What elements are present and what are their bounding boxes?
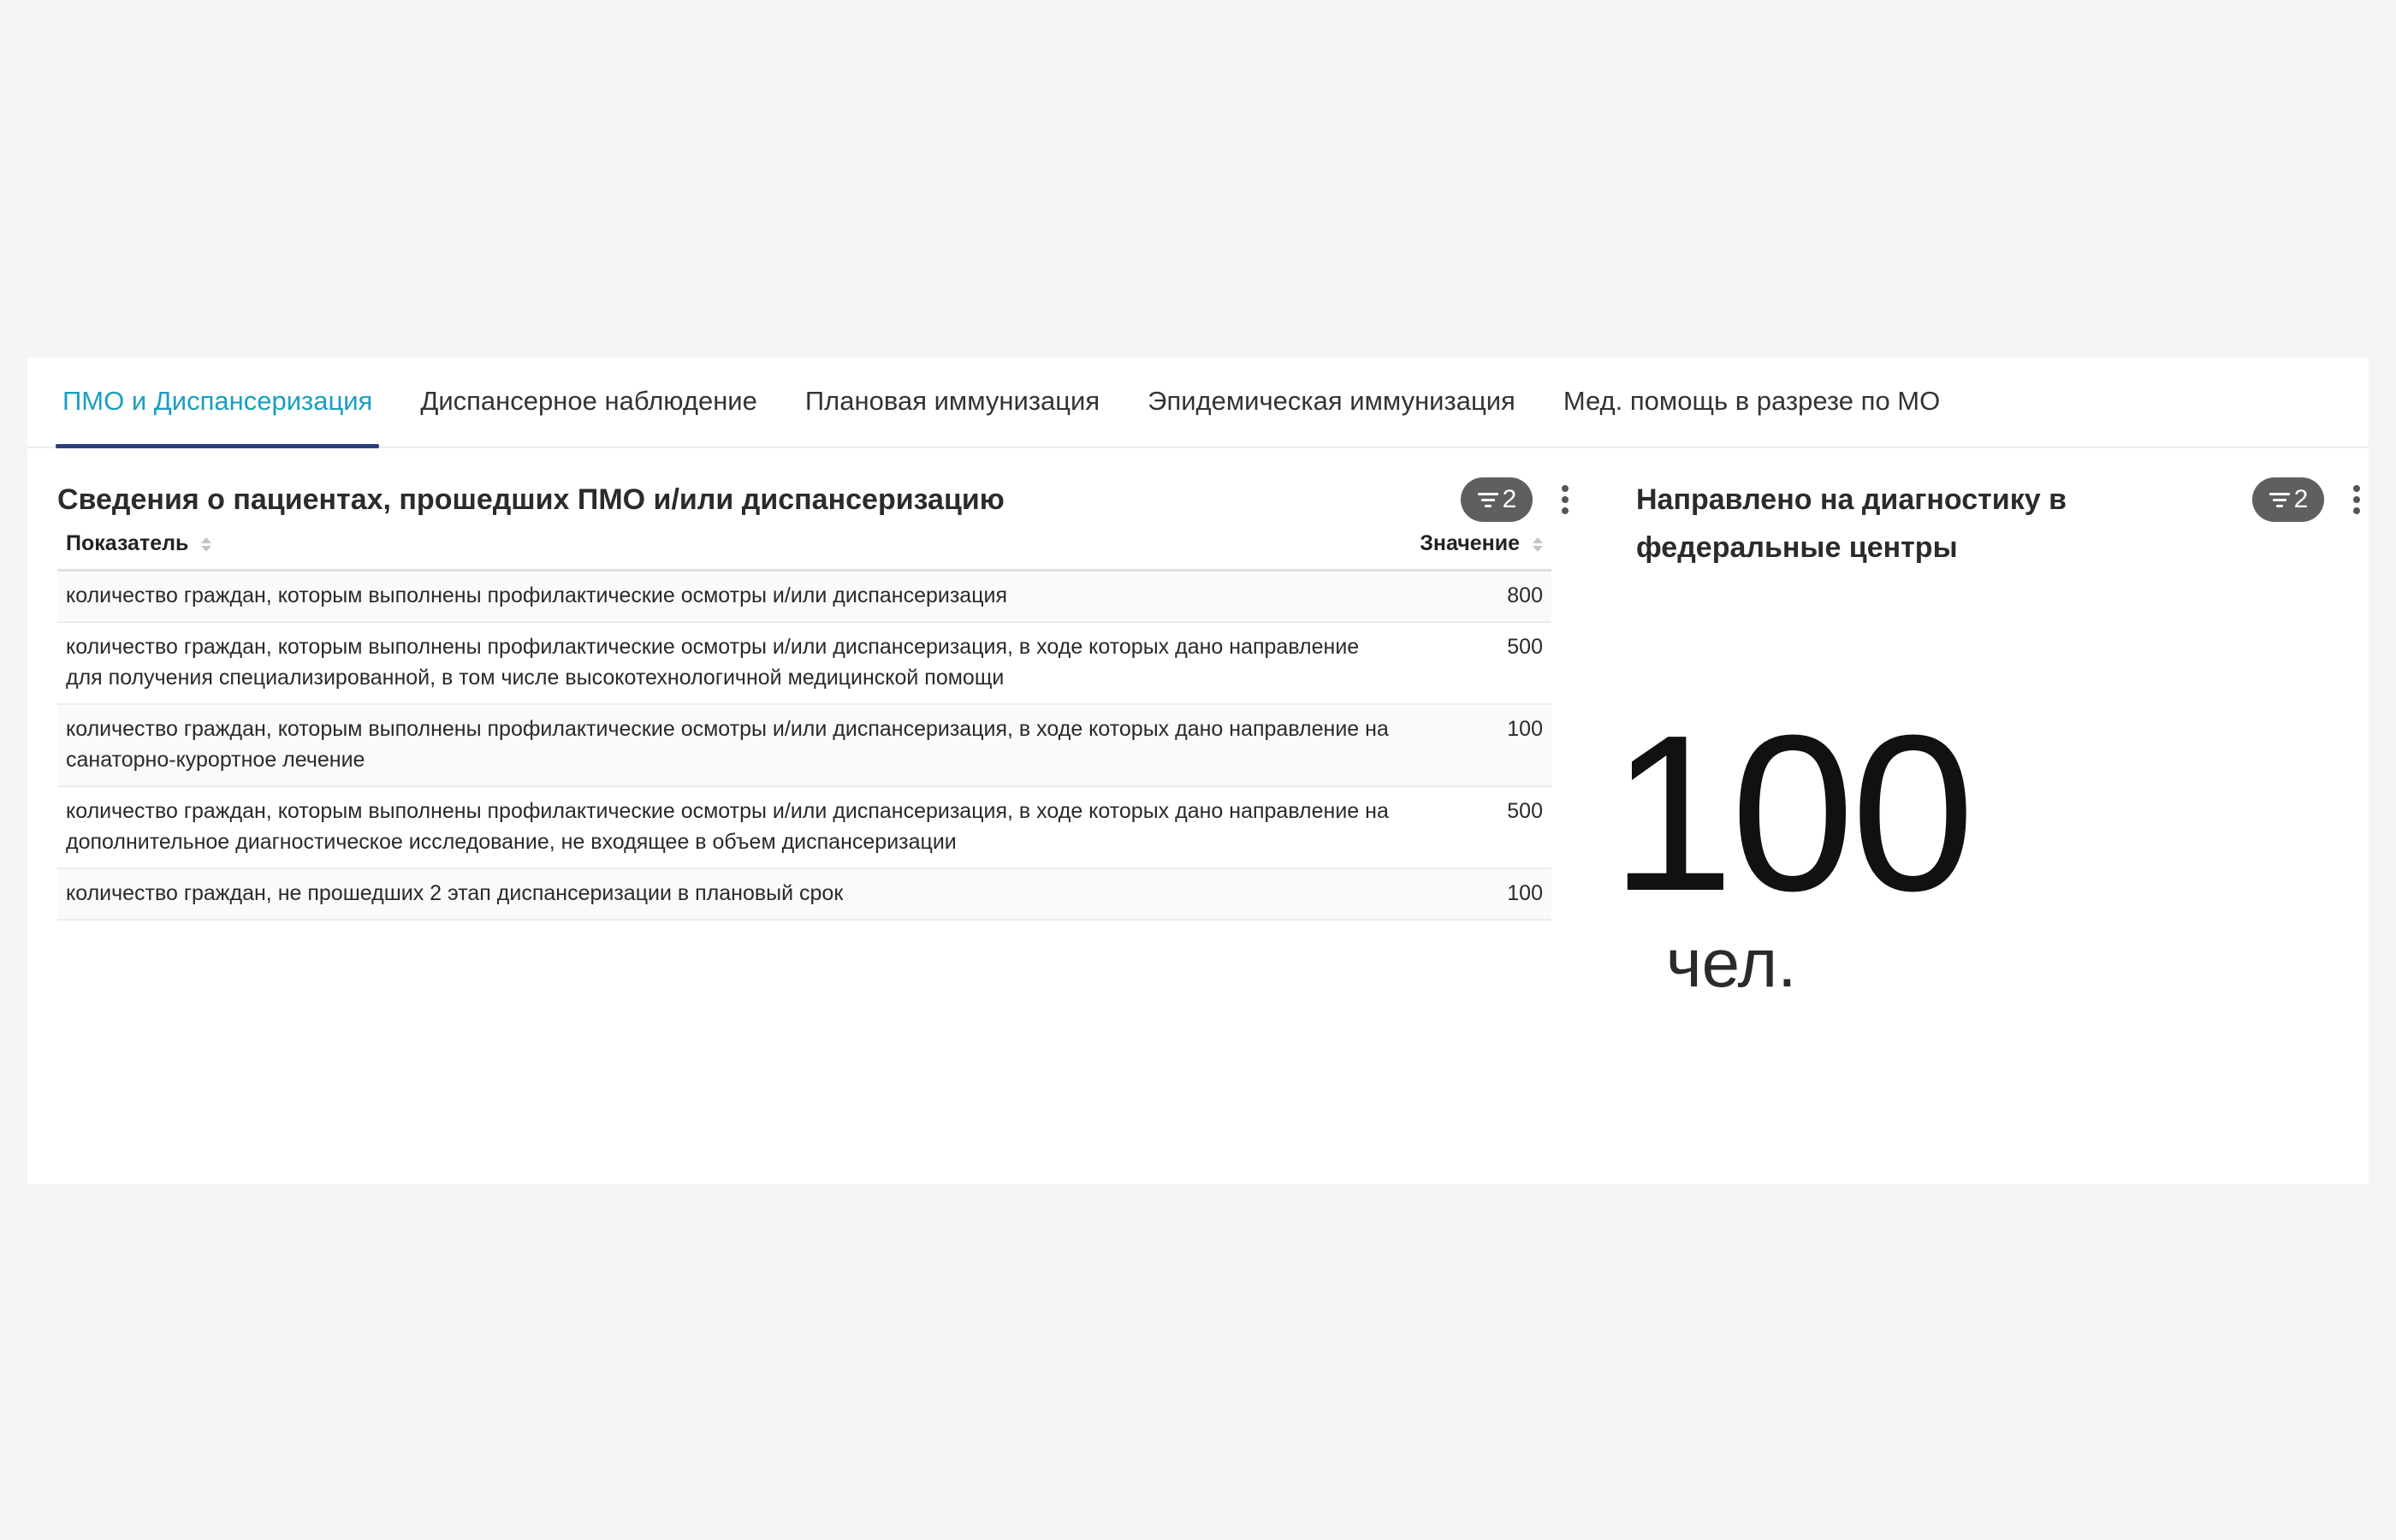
table-header-row: Показатель Значение (57, 518, 1551, 572)
indicators-table: Показатель Значение количество граждан, … (57, 518, 1551, 921)
indicator-cell: количество граждан, которым выполнены пр… (57, 621, 1397, 705)
table-row: количество граждан, которым выполнены пр… (57, 570, 1551, 623)
sort-icon[interactable] (201, 536, 212, 552)
filter-count: 2 (1502, 485, 1517, 513)
indicator-cell: количество граждан, которым выполнены пр… (57, 570, 1397, 623)
kpi-unit: чел. (1666, 925, 1797, 1001)
patients-table-panel: Сведения о пациентах, прошедших ПМО и/ил… (57, 476, 1569, 921)
indicator-cell: количество граждан, которым выполнены пр… (57, 703, 1397, 787)
column-header-indicator[interactable]: Показатель (57, 518, 1397, 572)
sort-icon[interactable] (1533, 536, 1543, 552)
value-cell: 100 (1397, 868, 1551, 921)
more-vertical-icon[interactable] (2340, 477, 2374, 522)
tab-pmo-dispanserization[interactable]: ПМО и Диспансеризация (56, 356, 380, 448)
kpi-title: Направлено на диагностику в федеральные … (1636, 483, 2067, 564)
tab-planned-immunization[interactable]: Плановая иммунизация (798, 356, 1106, 447)
indicator-cell: количество граждан, которым выполнены пр… (57, 785, 1397, 869)
panel-actions: 2 (2252, 477, 2374, 522)
table-row: количество граждан, не прошедших 2 этап … (57, 868, 1551, 921)
column-header-label: Показатель (66, 530, 189, 555)
tab-bar: ПМО и Диспансеризация Диспансерное наблю… (27, 358, 2369, 448)
value-cell: 800 (1397, 570, 1551, 623)
value-cell: 100 (1397, 703, 1551, 787)
column-header-label: Значение (1420, 530, 1521, 555)
table-row: количество граждан, которым выполнены пр… (57, 785, 1551, 869)
tab-medical-care-by-mo[interactable]: Мед. помощь в разрезе по МО (1557, 356, 1947, 447)
tab-epidemic-immunization[interactable]: Эпидемическая иммунизация (1141, 356, 1522, 447)
value-cell: 500 (1397, 785, 1551, 869)
column-header-value[interactable]: Значение (1397, 518, 1551, 572)
table-row: количество граждан, которым выполнены пр… (57, 703, 1551, 787)
tab-dispensary-observation[interactable]: Диспансерное наблюдение (413, 356, 764, 447)
panel-title: Сведения о пациентах, прошедших ПМО и/ил… (57, 483, 1005, 516)
filter-icon (2268, 491, 2291, 508)
panel-actions: 2 (1461, 477, 1582, 522)
kpi-value: 100 (1610, 690, 1975, 938)
value-cell: 500 (1397, 621, 1551, 705)
filter-badge[interactable]: 2 (2252, 477, 2324, 522)
filter-badge[interactable]: 2 (1461, 477, 1533, 522)
filter-count: 2 (2293, 485, 2309, 513)
dashboard: ПМО и Диспансеризация Диспансерное наблю… (27, 358, 2369, 1184)
filter-icon (1477, 491, 1499, 508)
table-row: количество граждан, которым выполнены пр… (57, 621, 1551, 705)
indicator-cell: количество граждан, не прошедших 2 этап … (57, 868, 1397, 921)
more-vertical-icon[interactable] (1548, 477, 1582, 522)
kpi-panel: Направлено на диагностику в федеральные … (1610, 476, 2360, 998)
